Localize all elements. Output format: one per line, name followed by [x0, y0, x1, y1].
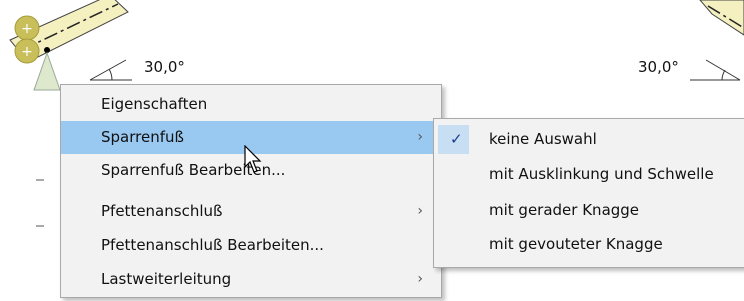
mouse-cursor-icon [244, 145, 262, 173]
angle-symbol-left [89, 59, 132, 81]
svg-text:+: + [21, 21, 33, 37]
check-icon: ✓ [450, 130, 463, 148]
svg-text:+: + [21, 44, 33, 60]
right-rafter [699, 0, 744, 36]
submenu-item-label: mit Ausklinkung und Schwelle [489, 165, 714, 183]
chevron-right-icon: › [417, 129, 423, 145]
angle-symbol-right [690, 59, 741, 81]
menu-item-label: Lastweiterleitung [101, 270, 232, 288]
menu-item-eigenschaften[interactable]: Eigenschaften [61, 88, 441, 121]
submenu-item-ausklinkung-schwelle[interactable]: mit Ausklinkung und Schwelle [434, 158, 744, 191]
submenu-item-label: mit gevouteter Knagge [489, 235, 663, 253]
menu-item-label: Pfettenanschluß Bearbeiten... [101, 236, 324, 254]
angle-label-left: 30,0° [144, 58, 185, 76]
submenu: ✓ keine Auswahl mit Ausklinkung und Schw… [433, 118, 744, 268]
menu-item-lastweiterleitung[interactable]: Lastweiterleitung › [61, 263, 441, 296]
menu-item-label: Pfettenanschluß [101, 202, 223, 220]
submenu-item-label: keine Auswahl [489, 130, 597, 148]
chevron-right-icon: › [417, 271, 423, 287]
menu-item-pfettenanschluss-bearbeiten[interactable]: Pfettenanschluß Bearbeiten... [61, 229, 441, 262]
angle-label-right: 30,0° [638, 58, 679, 76]
support-triangle [33, 51, 61, 91]
menu-item-label: Eigenschaften [101, 95, 208, 113]
menu-item-pfettenanschluss[interactable]: Pfettenanschluß › [61, 195, 441, 228]
chevron-right-icon: › [417, 203, 423, 219]
submenu-item-label: mit gerader Knagge [489, 201, 640, 219]
submenu-item-keine-auswahl[interactable]: ✓ keine Auswahl [434, 123, 744, 156]
submenu-item-gerade-knagge[interactable]: mit gerader Knagge [434, 194, 744, 227]
menu-item-label: Sparrenfuß [101, 128, 184, 146]
context-menu: Eigenschaften Sparrenfuß › Sparrenfuß Be… [60, 84, 442, 298]
submenu-item-gevoutete-knagge[interactable]: mit gevouteter Knagge [434, 228, 744, 261]
